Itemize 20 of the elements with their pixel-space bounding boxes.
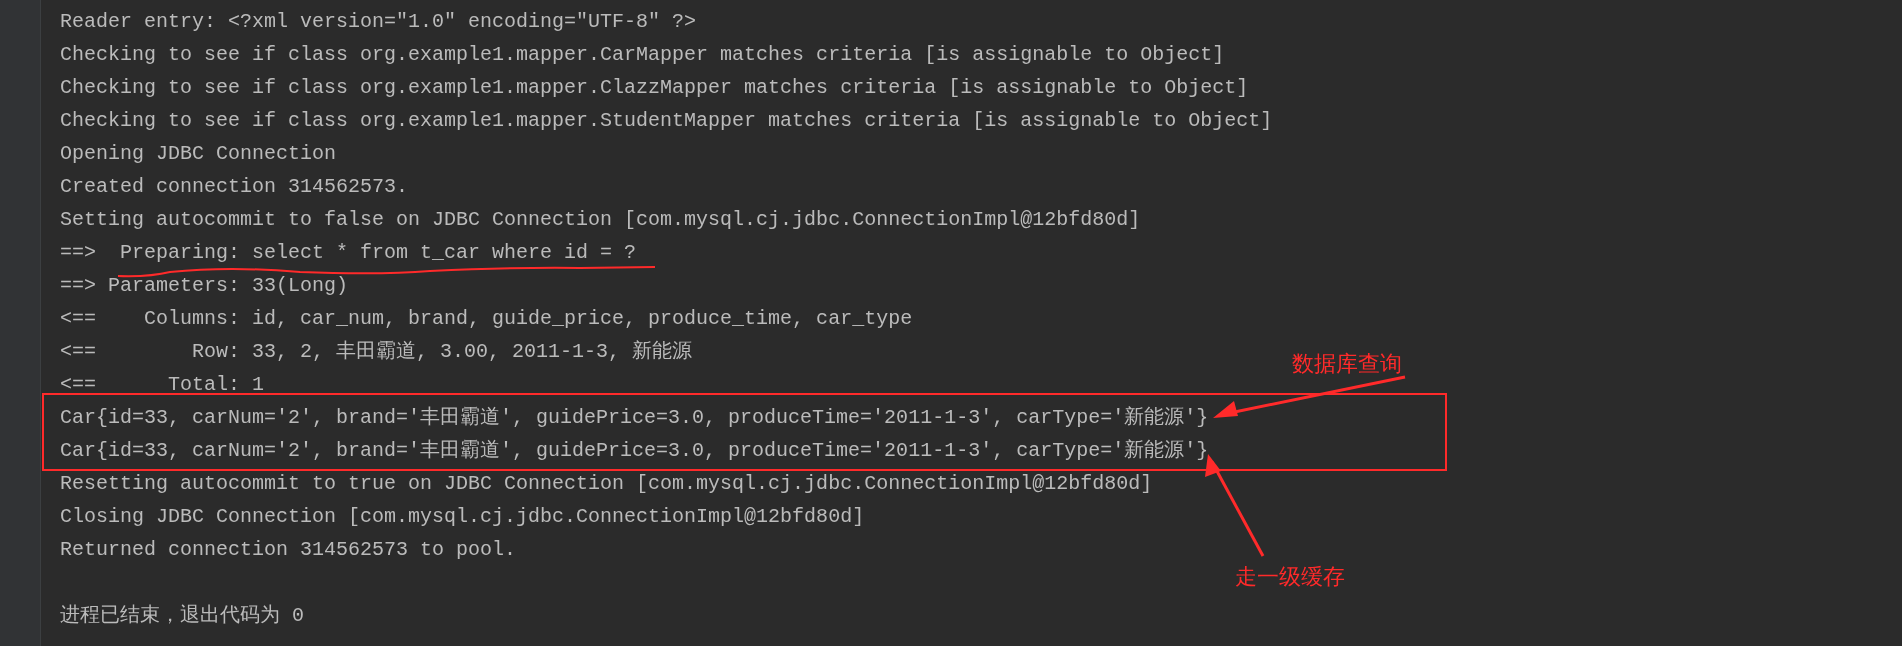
exit-message: 进程已结束，退出代码为 0 [60,605,304,627]
log-line: Checking to see if class org.example1.mapper.StudentMapper matches criteria [is assignable to Object] [60,110,1273,132]
annotation-label: 数据库查询 [1292,351,1402,377]
log-line: Returned connection 314562573 to pool. [60,539,517,561]
annotation-label: 走一级缓存 [1235,564,1345,590]
log-line: Checking to see if class org.example1.mapper.CarMapper matches criteria [is assignable to Object] [60,44,1225,66]
log-line: Resetting autocommit to true on JDBC Connection [com.mysql.cj.jdbc.ConnectionImpl@12bfd80d] [60,473,1153,495]
log-line: Setting autocommit to false on JDBC Connection [com.mysql.cj.jdbc.ConnectionImpl@12bfd80d] [60,209,1141,231]
log-line: ==> Preparing: select * from t_car where id = ? [60,242,637,264]
log-line: <== Row: 33, 2, 丰田霸道, 3.00, 2011-1-3, 新能源 [60,341,693,363]
log-line: <== Total: 1 [60,374,265,396]
log-line: Created connection 314562573. [60,176,409,198]
log-line: Checking to see if class org.example1.mapper.ClazzMapper matches criteria [is assignable to Object] [60,77,1249,99]
log-line: Closing JDBC Connection [com.mysql.cj.jdbc.ConnectionImpl@12bfd80d] [60,506,865,528]
log-line: ==> Parameters: 33(Long) [60,275,349,297]
log-line: Opening JDBC Connection [60,143,337,165]
log-line: <== Columns: id, car_num, brand, guide_price, produce_time, car_type [60,308,913,330]
log-line: Reader entry: <?xml version="1.0" encoding="UTF-8" ?> [60,11,697,33]
log-line: Car{id=33, carNum='2', brand='丰田霸道', guidePrice=3.0, produceTime='2011-1-3', carType='新能源'} [60,407,1209,429]
log-line: Car{id=33, carNum='2', brand='丰田霸道', guidePrice=3.0, produceTime='2011-1-3', carType='新能源'} [60,440,1209,462]
